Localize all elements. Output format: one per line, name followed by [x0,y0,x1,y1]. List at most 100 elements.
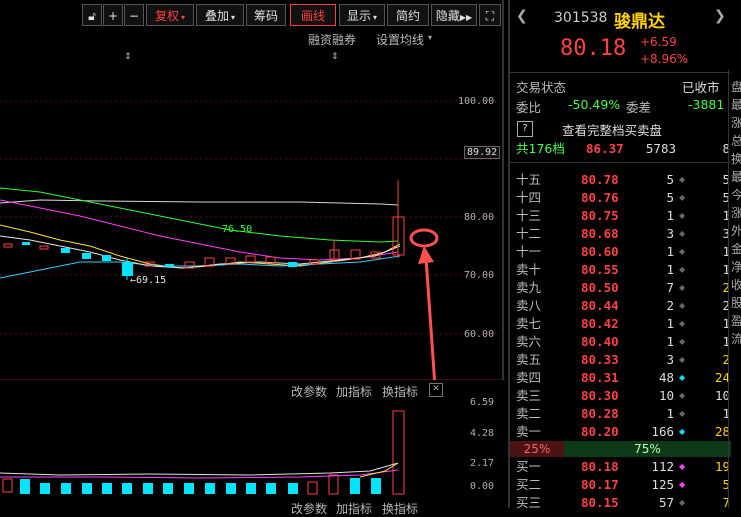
ask-row[interactable]: 卖一 80.20 166 28 ◆ [516,423,736,441]
help-button[interactable]: ? [517,121,533,137]
side-info-column: 盘最涨总换最今涨外金净收股盈流 [728,70,741,508]
y-tick: 60.00 [464,329,495,340]
grid-lines [0,100,500,335]
ask-price: 80.40 [581,334,619,349]
side-info-label: 外 [731,224,741,238]
side-info-label: 净 [731,260,741,274]
ma-line-green [0,187,399,243]
ask-row[interactable]: 卖六 80.40 1 1 ◆ [516,333,736,351]
ask-vol: 2 [666,298,674,313]
ask-row[interactable]: 卖八 80.44 2 2 ◆ [516,297,736,315]
ask-row[interactable]: 十三 80.75 1 1 ◆ [516,207,736,225]
bid-ratio-value: -50.49% [568,97,621,112]
ask-row[interactable]: 十二 80.68 3 3 ◆ [516,225,736,243]
annotation-arrow-line [424,257,437,380]
ask-row[interactable]: 十五 80.78 5 5 ◆ [516,171,736,189]
diamond-icon: ◆ [679,373,686,382]
ask-price: 80.28 [581,406,619,421]
ask-price: 80.68 [581,226,619,241]
stock-code: 301538 [554,10,608,26]
bid-diff-label: 委差 [626,100,652,115]
ask-label: 卖八 [516,298,542,313]
ask-vol: 7 [666,280,674,295]
side-info-label: 换 [731,152,741,166]
add-indicator-link-2[interactable]: 加指标 [336,500,372,517]
ask-label: 十五 [516,172,542,187]
ask-row[interactable]: 卖四 80.31 48 24 ◆ [516,369,736,387]
diamond-icon: ◆ [679,391,686,400]
ask-row[interactable]: 十一 80.60 1 1 ◆ [516,243,736,261]
bid-diff-value: -3881 [688,97,725,112]
bid-label: 买二 [516,477,542,492]
diamond-icon: ◆ [679,283,686,292]
ask-label: 卖七 [516,316,542,331]
ask-label: 十二 [516,226,542,241]
price-chart[interactable]: 76.50 ←69.15 [0,0,506,380]
ask-row[interactable]: 卖二 80.28 1 1 ◆ [516,405,736,423]
ask-price: 80.75 [581,208,619,223]
ask-label: 卖十 [516,262,542,277]
ask-row[interactable]: 卖九 80.50 7 2 ◆ [516,279,736,297]
vol-y-tick: 4.28 [470,428,495,439]
diamond-icon: ◆ [679,247,686,256]
side-info-label: 今 [731,188,741,202]
trade-status-label: 交易状态 [516,80,567,95]
vol-y-tick: 6.59 [470,397,495,408]
diamond-icon: ◆ [679,319,686,328]
ask-price: 80.42 [581,316,619,331]
side-info-label: 涨 [731,206,741,220]
side-info-label: 涨 [731,116,741,130]
bid-row[interactable]: 买三 80.15 57 7 ◆ [516,494,736,512]
prev-stock-button[interactable]: ❮ [516,8,528,24]
diamond-icon: ◆ [679,229,686,238]
vol-y-tick: 2.17 [470,458,495,469]
bid-vol: 57 [658,495,674,510]
ask-vol: 3 [666,352,674,367]
total-levels-row: 共176档 86.37 5783 8 [516,141,730,156]
ask-vol: 5 [666,190,674,205]
annotation-arrow-head [418,246,434,264]
annotation-circle [409,228,439,248]
diamond-icon: ◆ [679,337,686,346]
ask-row[interactable]: 卖三 80.30 10 10 ◆ [516,387,736,405]
volume-bars [2,410,405,495]
ask-row[interactable]: 卖五 80.33 3 2 ◆ [516,351,736,369]
ask-label: 卖一 [516,424,542,439]
ask-vol: 1 [666,208,674,223]
bid-row[interactable]: 买二 80.17 125 5 ◆ [516,476,736,494]
ma-line-white [0,199,399,206]
side-info-label: 收 [731,278,741,292]
switch-indicator-link-2[interactable]: 换指标 [382,500,418,517]
full-book-link[interactable]: 查看完整档买卖盘 [562,120,662,139]
next-stock-button[interactable]: ❯ [714,8,726,24]
bid-vol: 125 [651,477,674,492]
ask-label: 卖五 [516,352,542,367]
change-percent: +8.96% [640,52,689,66]
side-info-label: 最 [731,98,741,112]
ask-row[interactable]: 十四 80.76 5 5 ◆ [516,189,736,207]
side-info-label: 盘 [731,80,741,94]
split-bar: 25% 75% [510,441,731,457]
ask-label: 十一 [516,244,542,259]
y-tick-current: 89.92 [464,146,501,159]
ask-row[interactable]: 卖七 80.42 1 1 ◆ [516,315,736,333]
stock-name: 骏鼎达 [614,12,665,32]
vol-y-tick: 0.00 [470,481,495,492]
chevron-left-icon: ❮ [516,8,528,24]
ask-price: 80.55 [581,262,619,277]
ask-price: 80.50 [581,280,619,295]
chart-area[interactable]: 🔓︎ + − 复权 ▾ 叠加 ▾ 筹码 画线 显示 ▾ 简约 隐藏▶▶ ⛶ 融资融券 … [0,0,506,516]
diamond-icon: ◆ [679,175,686,184]
bid-ratio-label: 委比 [516,100,542,115]
diamond-icon: ◆ [679,462,686,471]
ask-vol: 1 [666,244,674,259]
change-params-link-2[interactable]: 改参数 [291,500,327,517]
diamond-icon: ◆ [679,211,686,220]
ask-label: 十四 [516,190,542,205]
diamond-icon: ◆ [679,427,686,436]
volume-chart[interactable] [0,395,503,508]
ask-row[interactable]: 卖十 80.55 1 1 ◆ [516,261,736,279]
bid-row[interactable]: 买一 80.18 112 19 ◆ [516,458,736,476]
y-tick: 100.00 [458,96,495,107]
ma-value-label: 76.50 [222,224,252,235]
